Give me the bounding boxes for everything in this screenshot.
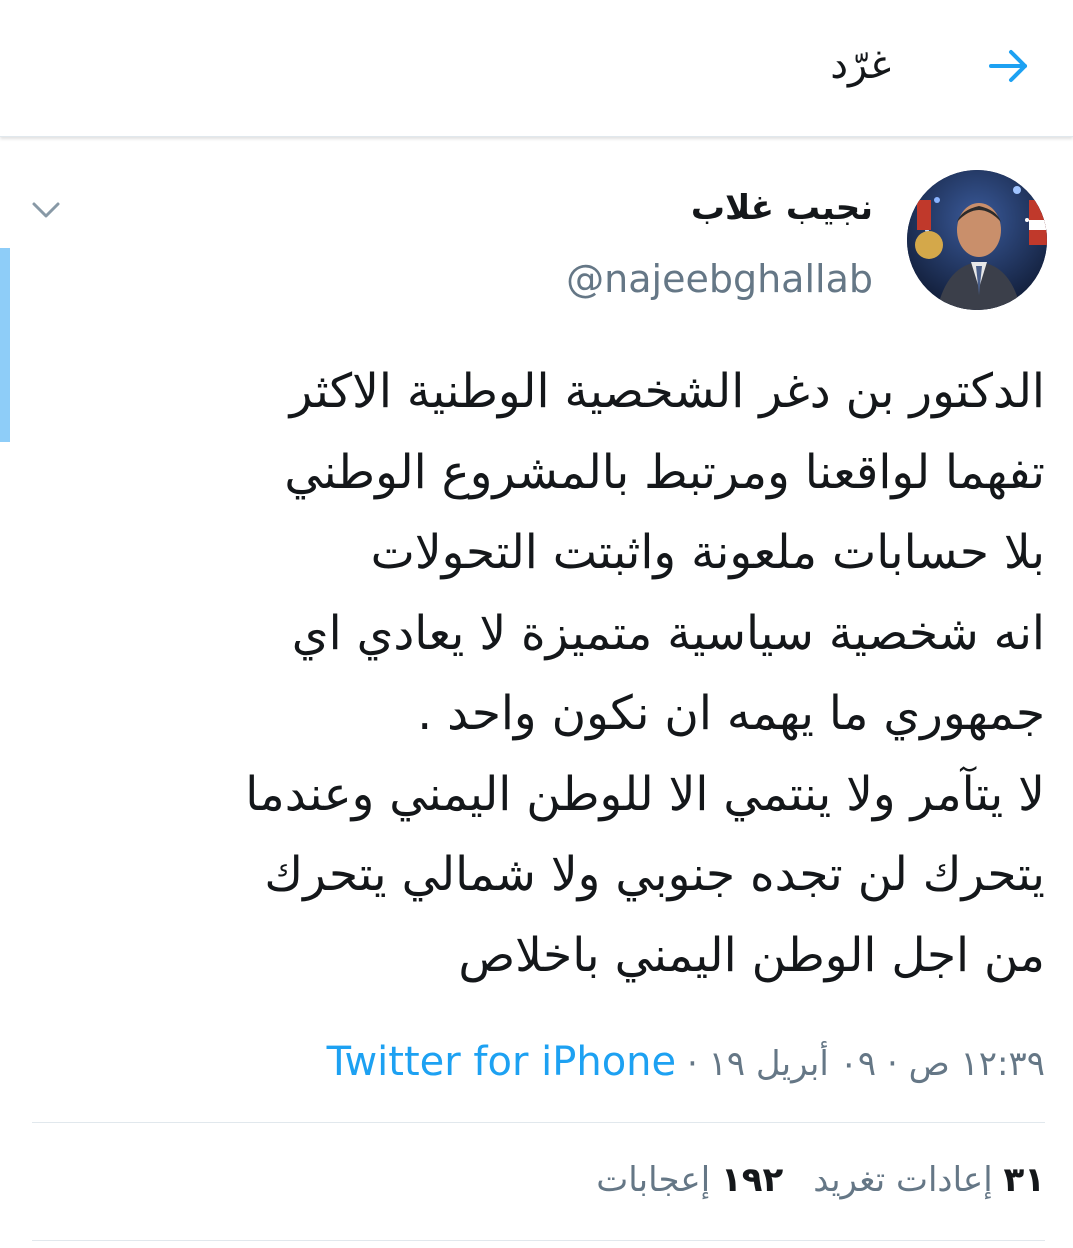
tweet-text: الدكتور بن دغر الشخصية الوطنية الاكثر تف… [35,352,1045,996]
arrow-right-icon[interactable] [985,42,1033,90]
tweet-source-link[interactable]: Twitter for iPhone [327,1039,677,1085]
tweet-text-line: جمهوري ما يهمه ان نكون واحد . [417,686,1045,741]
top-bar: غرّد [0,0,1073,137]
scroll-indicator [0,248,10,442]
divider [32,1240,1045,1241]
likes-label: إعجابات [596,1160,711,1200]
likes-stat[interactable]: ١٩٢ إعجابات [596,1160,783,1200]
retweets-stat[interactable]: ٣١ إعادات تغريد [813,1160,1045,1200]
avatar-image [907,170,1047,310]
tweet-text-line: يتحرك لن تجده جنوبي ولا شمالي يتحرك [264,847,1045,902]
retweets-label: إعادات تغريد [813,1160,993,1200]
likes-count: ١٩٢ [720,1160,784,1200]
tweet-text-line: من اجل الوطن اليمني باخلاص [458,927,1045,983]
tweet-stats: ٣١ إعادات تغريد ١٩٢ إعجابات [596,1152,1045,1208]
page-title: غرّد [830,42,891,88]
tweet-text-line: تفهما لواقعنا ومرتبط بالمشروع الوطني [284,444,1045,500]
chevron-down-icon[interactable] [30,196,62,224]
user-handle[interactable]: @najeebghallab [566,254,873,304]
tweet-text-line: انه شخصية سياسية متميزة لا يعادي اي [291,605,1045,661]
avatar[interactable] [907,170,1047,310]
tweet-metadata: ١٢:٣٩ ص · ٠٩ أبريل ١٩ · Twitter for iPho… [327,1034,1045,1092]
tweet-text-line: بلا حسابات ملعونة واثبتت التحولات [370,525,1045,580]
tweet-timestamp: ١٢:٣٩ ص · ٠٩ أبريل ١٩ · [676,1044,1045,1084]
tweet-text-line: الدكتور بن دغر الشخصية الوطنية الاكثر [289,364,1045,419]
retweets-count: ٣١ [1003,1160,1045,1200]
display-name[interactable]: نجيب غلاب [691,186,873,230]
tweet-text-line: لا يتآمر ولا ينتمي الا للوطن اليمني وعند… [245,766,1045,822]
divider [32,1122,1045,1123]
